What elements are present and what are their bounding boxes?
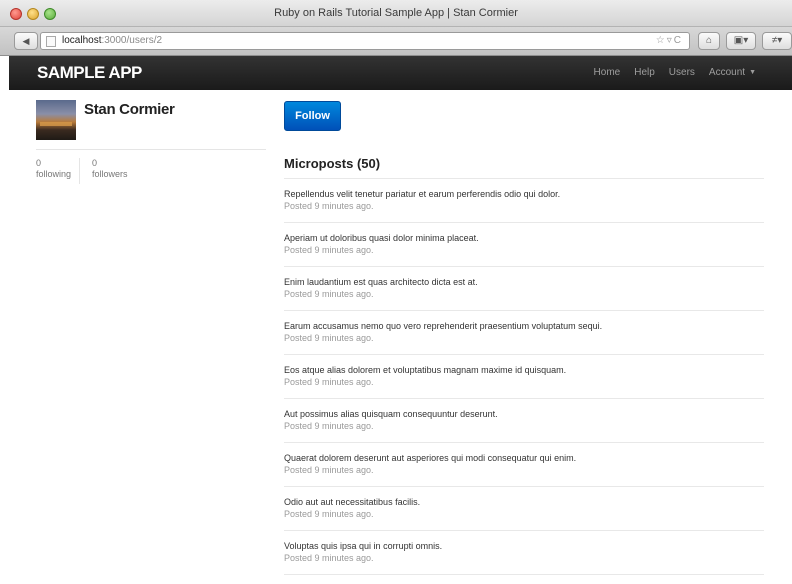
account-label: Account bbox=[708, 67, 746, 78]
micropost-item: Eos atque alias dolorem et voluptatibus … bbox=[284, 355, 764, 399]
bookmarks-toolbar-button[interactable]: ▣▾ bbox=[726, 32, 756, 50]
followers-count: 0 bbox=[92, 158, 98, 168]
url-tools: ☆▿C bbox=[656, 35, 683, 46]
address-bar[interactable]: localhost:3000/users/2 ☆▿C bbox=[40, 32, 690, 50]
nav-link-users[interactable]: Users bbox=[669, 67, 695, 78]
user-name: Stan Cormier bbox=[84, 101, 175, 118]
window-title: Ruby on Rails Tutorial Sample App | Stan… bbox=[274, 7, 518, 19]
microposts-count: (50) bbox=[356, 156, 381, 171]
micropost-timestamp: Posted 9 minutes ago. bbox=[284, 421, 374, 431]
back-arrow-icon: ◀ bbox=[22, 36, 30, 46]
app-navbar: SAMPLE APP Home Help Users Account ▼ bbox=[9, 56, 792, 90]
micropost-item: Voluptas quis ipsa qui in corrupti omnis… bbox=[284, 531, 764, 575]
back-button[interactable]: ◀ bbox=[14, 32, 38, 50]
sidebar-divider bbox=[36, 149, 266, 150]
micropost-timestamp: Posted 9 minutes ago. bbox=[284, 465, 374, 475]
following-stat[interactable]: 0 following bbox=[36, 158, 81, 184]
page-content: Stan Cormier 0 following 0 followers Fol… bbox=[9, 90, 792, 584]
following-count: 0 bbox=[36, 158, 42, 168]
micropost-timestamp: Posted 9 minutes ago. bbox=[284, 377, 374, 387]
microposts-heading: Microposts (50) bbox=[284, 156, 380, 171]
nav-link-account[interactable]: Account ▼ bbox=[709, 67, 756, 78]
micropost-content: Eos atque alias dolorem et voluptatibus … bbox=[284, 365, 567, 375]
micropost-item: Quaerat dolorem deserunt aut asperiores … bbox=[284, 443, 764, 487]
page-icon bbox=[46, 36, 56, 47]
micropost-timestamp: Posted 9 minutes ago. bbox=[284, 509, 374, 519]
micropost-content: Aut possimus alias quisquam consequuntur… bbox=[284, 409, 498, 419]
micropost-timestamp: Posted 9 minutes ago. bbox=[284, 333, 374, 343]
url-text[interactable]: localhost:3000/users/2 bbox=[62, 35, 162, 46]
micropost-timestamp: Posted 9 minutes ago. bbox=[284, 553, 374, 563]
micropost-content: Earum accusamus nemo quo vero reprehende… bbox=[284, 321, 603, 331]
micropost-timestamp: Posted 9 minutes ago. bbox=[284, 201, 374, 211]
microposts-title: Microposts bbox=[284, 156, 354, 171]
micropost-item: Enim laudantium est quas architecto dict… bbox=[284, 267, 764, 311]
extension-icon: ≠▾ bbox=[771, 35, 783, 46]
url-path: :3000/users/2 bbox=[101, 35, 163, 46]
caret-down-icon: ▼ bbox=[749, 69, 756, 76]
following-label: following bbox=[36, 169, 72, 179]
url-host: localhost bbox=[62, 35, 102, 46]
home-icon: ⌂ bbox=[705, 35, 713, 46]
micropost-content: Quaerat dolorem deserunt aut asperiores … bbox=[284, 453, 577, 463]
browser-toolbar: ◀ localhost:3000/users/2 ☆▿C ⌂ ▣▾ ≠▾ bbox=[0, 27, 792, 56]
nav-link-home[interactable]: Home bbox=[594, 67, 621, 78]
micropost-timestamp: Posted 9 minutes ago. bbox=[284, 289, 374, 299]
rss-icon[interactable]: ▿ bbox=[667, 35, 674, 46]
micropost-list: Repellendus velit tenetur pariatur et ea… bbox=[284, 178, 764, 575]
bookmarks-icon: ▣▾ bbox=[733, 35, 749, 46]
micropost-item: Aut possimus alias quisquam consequuntur… bbox=[284, 399, 764, 443]
app-logo[interactable]: SAMPLE APP bbox=[37, 63, 142, 83]
micropost-item: Aperiam ut doloribus quasi dolor minima … bbox=[284, 223, 764, 267]
micropost-item: Repellendus velit tenetur pariatur et ea… bbox=[284, 179, 764, 223]
bookmark-star-icon[interactable]: ☆ bbox=[656, 35, 667, 46]
home-toolbar-button[interactable]: ⌂ bbox=[698, 32, 720, 50]
user-avatar bbox=[36, 100, 76, 140]
micropost-content: Aperiam ut doloribus quasi dolor minima … bbox=[284, 233, 479, 243]
micropost-content: Repellendus velit tenetur pariatur et ea… bbox=[284, 189, 561, 199]
micropost-content: Odio aut aut necessitatibus facilis. bbox=[284, 497, 421, 507]
followers-stat[interactable]: 0 followers bbox=[92, 158, 128, 180]
reload-icon[interactable]: C bbox=[674, 35, 683, 46]
micropost-content: Enim laudantium est quas architecto dict… bbox=[284, 277, 478, 287]
micropost-item: Odio aut aut necessitatibus facilis. Pos… bbox=[284, 487, 764, 531]
nav-link-help[interactable]: Help bbox=[634, 67, 655, 78]
follow-button[interactable]: Follow bbox=[284, 101, 341, 131]
followers-label: followers bbox=[92, 169, 128, 179]
extensions-toolbar-button[interactable]: ≠▾ bbox=[762, 32, 792, 50]
nav-links: Home Help Users Account ▼ bbox=[594, 67, 756, 78]
micropost-item: Earum accusamus nemo quo vero reprehende… bbox=[284, 311, 764, 355]
window-titlebar: Ruby on Rails Tutorial Sample App | Stan… bbox=[0, 0, 792, 27]
micropost-content: Voluptas quis ipsa qui in corrupti omnis… bbox=[284, 541, 443, 551]
micropost-timestamp: Posted 9 minutes ago. bbox=[284, 245, 374, 255]
